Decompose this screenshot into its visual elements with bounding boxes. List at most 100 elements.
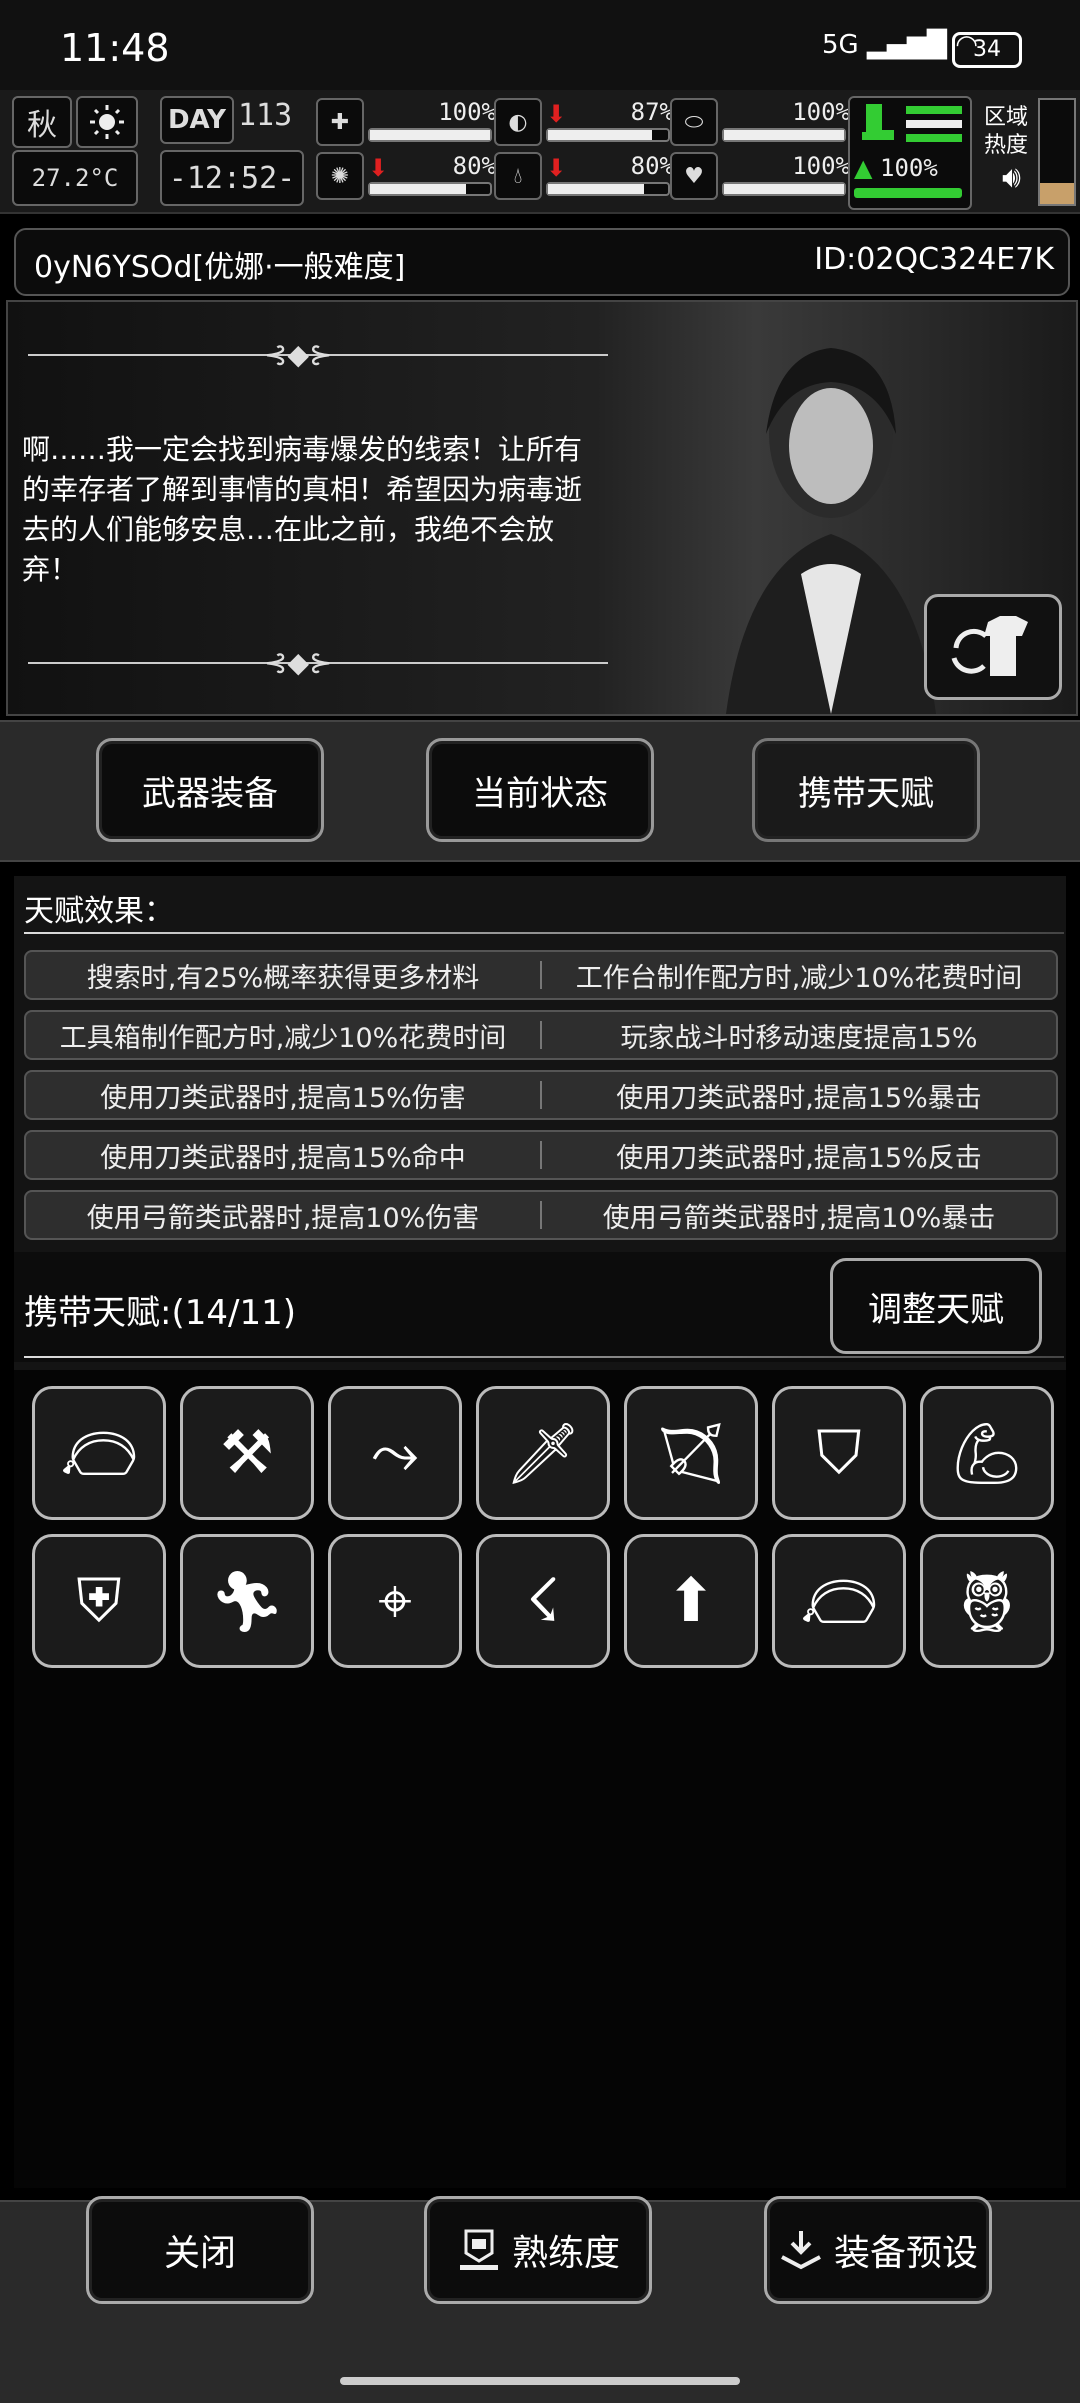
preset-download-icon xyxy=(781,2231,821,2270)
preset-label: 装备预设 xyxy=(833,2233,978,2274)
armor-up-icon[interactable]: ⛨ xyxy=(32,1534,166,1668)
boot-up-icon: ⬆ xyxy=(665,1566,717,1636)
claw-icon: ☇ xyxy=(525,1566,561,1636)
movement-value: 100% xyxy=(880,154,938,182)
adjust-talents-button[interactable]: 调整天赋 xyxy=(830,1258,1042,1354)
blade-up-icon[interactable]: 🗡︎ xyxy=(476,1386,610,1520)
sound-icon[interactable]: 🔊︎ xyxy=(1002,160,1021,195)
water-icon: 💧︎ xyxy=(494,152,542,200)
talent-effect-text: 使用刀类武器时,提高15%暴击 xyxy=(616,1082,982,1114)
tools-icon[interactable]: ⚒ xyxy=(180,1386,314,1520)
equipment-preset-button[interactable]: 装备预设 xyxy=(764,2196,992,2304)
character-quote: 啊……我一定会找到病毒爆发的线索！让所有的幸存者了解到事情的真相！希望因为病毒逝… xyxy=(22,433,583,586)
tab-status[interactable]: 当前状态 xyxy=(426,738,654,842)
decrease-arrow-icon: ⬇ xyxy=(368,154,389,182)
talent-effect-text: 使用弓箭类武器时,提高10%伤害 xyxy=(86,1202,480,1234)
muscle-icon: 💪︎ xyxy=(948,1418,1026,1489)
ornament-icon: ⊰◆⊱ xyxy=(264,338,333,371)
decrease-arrow-icon: ⬇ xyxy=(546,100,567,128)
muscle-icon[interactable]: 💪︎ xyxy=(920,1386,1054,1520)
claw-icon[interactable]: ☇ xyxy=(476,1534,610,1668)
talent-effects-title: 天赋效果： xyxy=(24,894,174,929)
boot-up-icon[interactable]: ⬆ xyxy=(624,1534,758,1668)
season-badge: 秋 xyxy=(12,96,72,148)
tab-weapons[interactable]: 武器装备 xyxy=(96,738,324,842)
talent-effect-text: 工作台制作配方时,减少10%花费时间 xyxy=(575,962,1023,994)
loot-bag-icon: 👝︎ xyxy=(60,1418,138,1489)
health-icon: ✚ xyxy=(316,98,364,146)
shield-up-icon: ⛉ xyxy=(816,1418,862,1488)
talent-effect-row: 工具箱制作配方时,减少10%花费时间 玩家战斗时移动速度提高15% xyxy=(24,1010,1058,1060)
owl-icon: 🦉︎ xyxy=(948,1566,1026,1637)
tab-talents[interactable]: 携带天赋 xyxy=(752,738,980,842)
bow-up-icon[interactable]: 🏹︎ xyxy=(624,1386,758,1520)
talent-effect-text: 搜索时,有25%概率获得更多材料 xyxy=(86,962,480,994)
talent-effect-text: 使用刀类武器时,提高15%伤害 xyxy=(100,1082,466,1114)
talent-effect-text: 玩家战斗时移动速度提高15% xyxy=(620,1022,978,1054)
stat-bar xyxy=(722,182,846,196)
stomach-icon: ◐ xyxy=(494,98,542,146)
section-divider xyxy=(24,932,1064,934)
sun-icon xyxy=(76,96,138,148)
movement-panel: ▲ 100% xyxy=(848,96,972,210)
section-divider xyxy=(24,1356,1064,1358)
talent-effect-row: 使用刀类武器时,提高15%命中 使用刀类武器时,提高15%反击 xyxy=(24,1130,1058,1180)
tools-icon: ⚒ xyxy=(220,1418,274,1488)
stat-bar-fill xyxy=(548,184,644,194)
bow-up-icon: 🏹︎ xyxy=(652,1418,730,1489)
proficiency-button[interactable]: 熟练度 xyxy=(424,2196,652,2304)
target-up-icon[interactable]: ⌖ xyxy=(328,1534,462,1668)
loot-bag-icon: 👝︎ xyxy=(800,1566,878,1637)
increase-arrow-icon: ▲ xyxy=(854,154,873,182)
stat-value: 80% xyxy=(630,152,674,180)
stat-value: 100% xyxy=(792,152,850,180)
character-name-bar: 0yN6YSOd[优娜·一般难度] ID:02QC324E7K xyxy=(14,228,1070,296)
stamina-icon: ⬭ xyxy=(670,98,718,146)
stat-bar-fill xyxy=(370,130,490,140)
close-button[interactable]: 关闭 xyxy=(86,2196,314,2304)
stat-bar xyxy=(722,128,846,142)
target-up-icon: ⌖ xyxy=(378,1566,412,1636)
character-name: 0yN6YSOd[优娜·一般难度] xyxy=(34,250,406,285)
slide-kick-icon: ⤳ xyxy=(371,1418,419,1488)
stat-bar xyxy=(368,182,492,196)
armor-up-icon: ⛨ xyxy=(76,1566,122,1636)
stat-bar xyxy=(368,128,492,142)
talent-effect-row: 使用弓箭类武器时,提高10%伤害 使用弓箭类武器时,提高10%暴击 xyxy=(24,1190,1058,1240)
zone-heat-meter xyxy=(1038,98,1076,206)
signal-icon: ▂▄▆█ xyxy=(866,30,947,60)
zone-heat-fill xyxy=(1040,183,1074,204)
stat-value: 100% xyxy=(792,98,850,126)
talent-effect-text: 使用弓箭类武器时,提高10%暴击 xyxy=(602,1202,996,1234)
character-portrait-panel: ⊰◆⊱ 啊……我一定会找到病毒爆发的线索！让所有的幸存者了解到事情的真相！希望因… xyxy=(6,300,1078,716)
talent-effect-text: 工具箱制作配方时,减少10%花费时间 xyxy=(59,1022,507,1054)
stat-value: 100% xyxy=(438,98,496,126)
stat-bar-fill xyxy=(724,130,844,140)
stat-bar-fill xyxy=(724,184,844,194)
slide-kick-icon[interactable]: ⤳ xyxy=(328,1386,462,1520)
talent-effect-row: 搜索时,有25%概率获得更多材料 工作台制作配方时,减少10%花费时间 xyxy=(24,950,1058,1000)
battery-indicator: 34 xyxy=(952,32,1022,68)
clock-time: 11:48 xyxy=(60,26,170,70)
talent-effect-text: 使用刀类武器时,提高15%反击 xyxy=(616,1142,982,1174)
decrease-arrow-icon: ⬇ xyxy=(546,154,567,182)
proficiency-icon xyxy=(459,2229,498,2270)
loot-bag-icon[interactable]: 👝︎ xyxy=(772,1534,906,1668)
stat-bar-fill xyxy=(370,184,466,194)
character-portrait-image xyxy=(726,348,936,714)
loot-bag-icon[interactable]: 👝︎ xyxy=(32,1386,166,1520)
sprint-icon[interactable]: 🏃︎ xyxy=(180,1534,314,1668)
game-clock: -12:52- xyxy=(160,150,304,206)
change-outfit-button[interactable] xyxy=(924,594,1062,700)
stat-bar-fill xyxy=(548,130,653,140)
blade-up-icon: 🗡︎ xyxy=(504,1418,582,1489)
ornament-icon: ⊰◆⊱ xyxy=(264,646,333,679)
stat-value: 80% xyxy=(452,152,496,180)
day-counter: 113 xyxy=(238,98,293,133)
talent-effect-text: 使用刀类武器时,提高15%命中 xyxy=(100,1142,466,1174)
boot-icon xyxy=(862,104,894,140)
home-indicator[interactable] xyxy=(340,2377,740,2385)
owl-icon[interactable]: 🦉︎ xyxy=(920,1534,1054,1668)
shield-up-icon[interactable]: ⛉ xyxy=(772,1386,906,1520)
stat-bar xyxy=(546,128,670,142)
